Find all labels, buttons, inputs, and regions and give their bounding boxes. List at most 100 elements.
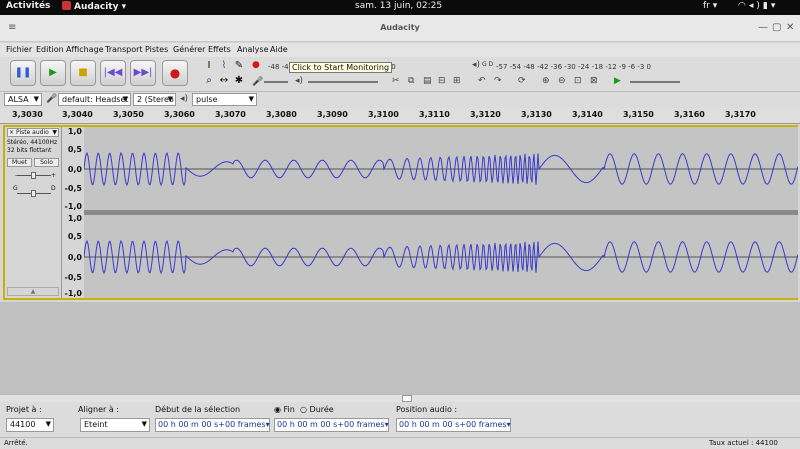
audio-position-time[interactable]: 00 h 00 m 00 s+00 frames▾ <box>396 418 511 432</box>
zoom-tool-icon[interactable]: ⌕ <box>202 74 216 87</box>
undo-icon[interactable]: ↶ <box>478 76 486 86</box>
play-at-speed-icon[interactable]: ▶ <box>614 76 621 86</box>
audio-host-select[interactable]: ALSA ▼ <box>4 93 42 106</box>
stop-icon: ■ <box>78 67 88 78</box>
minimize-icon[interactable]: — <box>758 22 768 33</box>
menu-bar: Fichier Edition Affichage Transport Pist… <box>0 43 800 57</box>
menu-pistes[interactable]: Pistes <box>145 45 168 54</box>
fit-project-icon[interactable]: ⊠ <box>590 76 598 86</box>
track-format-rate: Stéréo, 44100Hz <box>7 139 58 146</box>
ruler-tick: 3,3150 <box>623 110 654 119</box>
pan-slider-thumb[interactable] <box>31 190 36 197</box>
solo-button[interactable]: Solo <box>34 158 59 167</box>
end-radio[interactable]: ◉ Fin <box>274 405 295 414</box>
multi-tool-icon[interactable]: ✱ <box>232 74 246 87</box>
ruler-tick: 3,3160 <box>674 110 705 119</box>
audio-track[interactable]: × Piste audio ▼ Stéréo, 44100Hz 32 bits f… <box>3 125 799 300</box>
record-volume-slider[interactable] <box>264 81 288 83</box>
snap-to-select[interactable]: Eteint ▼ <box>80 418 150 432</box>
zoom-in-icon[interactable]: ⊕ <box>542 76 550 86</box>
menu-fichier[interactable]: Fichier <box>6 45 32 54</box>
project-rate-select[interactable]: 44100 ▼ <box>6 418 54 432</box>
track-close-icon[interactable]: × <box>9 129 14 136</box>
selection-tool-icon[interactable]: I <box>202 59 216 72</box>
maximize-icon[interactable]: ▢ <box>772 22 781 33</box>
volume-icon: ◂) <box>748 1 763 11</box>
collapse-track-button[interactable]: ▲ <box>7 287 59 296</box>
activities-button[interactable]: Activités <box>6 1 50 11</box>
radio-checked-icon: ◉ <box>274 405 281 414</box>
status-bar: Arrêté. Taux actuel : 44100 <box>0 437 800 449</box>
gain-slider-thumb[interactable] <box>31 172 36 179</box>
copy-icon[interactable]: ⧉ <box>408 76 414 86</box>
recording-device-select[interactable]: default: Headset ▼ <box>58 93 131 106</box>
horizontal-scrollbar[interactable] <box>0 394 800 402</box>
playback-volume-slider[interactable] <box>308 81 378 83</box>
close-icon[interactable]: ✕ <box>786 22 794 33</box>
draw-tool-icon[interactable]: ✎ <box>232 59 246 72</box>
playback-device-select[interactable]: pulse ▼ <box>192 93 257 106</box>
sync-lock-icon[interactable]: ⟳ <box>518 76 526 86</box>
menu-edition[interactable]: Edition <box>36 45 64 54</box>
clock[interactable]: sam. 13 juin, 02:25 <box>355 1 442 11</box>
pan-left-label: G <box>13 185 18 192</box>
waveform-area[interactable] <box>83 127 799 298</box>
speaker-icon: ◂) <box>180 94 189 104</box>
cut-icon[interactable]: ✂ <box>392 76 400 86</box>
end-radio-label: Fin <box>283 405 295 414</box>
duration-radio-label: Durée <box>309 405 334 414</box>
record-meter-mic-icon: ● <box>252 60 260 70</box>
stop-button[interactable]: ■ <box>70 60 96 86</box>
paste-icon[interactable]: ▤ <box>423 76 432 86</box>
menu-generer[interactable]: Générer <box>173 45 205 54</box>
play-button[interactable]: ▶ <box>40 60 66 86</box>
selection-start-time[interactable]: 00 h 00 m 00 s+00 frames▾ <box>155 418 270 432</box>
menu-affichage[interactable]: Affichage <box>66 45 104 54</box>
scrollbar-thumb[interactable] <box>402 395 412 402</box>
ruler-tick: 3,3140 <box>572 110 603 119</box>
skip-start-button[interactable]: |◀◀ <box>100 60 126 86</box>
pause-button[interactable]: ❚❚ <box>10 60 36 86</box>
menu-transport[interactable]: Transport <box>105 45 143 54</box>
envelope-tool-icon[interactable]: ⌇ <box>217 59 231 72</box>
menu-aide[interactable]: Aide <box>270 45 288 54</box>
record-button[interactable]: ● <box>162 60 188 86</box>
duration-radio[interactable]: ○ Durée <box>300 405 334 414</box>
mute-button[interactable]: Muet <box>7 158 32 167</box>
language-dropdown-icon: ▾ <box>712 1 718 11</box>
zoom-out-icon[interactable]: ⊖ <box>558 76 566 86</box>
snap-to-value: Eteint <box>84 420 108 429</box>
playback-meter[interactable]: ◂) G D -57 -54 -48 -42 -36 -30 -24 -18 -… <box>470 60 700 73</box>
ruler-tick: 3,3080 <box>266 110 297 119</box>
speaker-volume-icon: ◂) <box>295 76 304 86</box>
timeline-ruler[interactable]: 3,3030 3,3040 3,3050 3,3060 3,3070 3,308… <box>0 108 800 124</box>
skip-start-icon: |◀◀ <box>103 67 123 78</box>
skip-end-button[interactable]: ▶▶| <box>130 60 156 86</box>
language-indicator[interactable]: fr ▾ <box>703 1 717 11</box>
ruler-tick: 3,3040 <box>62 110 93 119</box>
silence-icon[interactable]: ⊞ <box>453 76 461 86</box>
record-icon: ● <box>169 66 181 80</box>
empty-track-area[interactable] <box>0 302 800 394</box>
app-menu[interactable]: Audacity ▾ <box>62 1 126 12</box>
channel-divider <box>84 210 798 215</box>
timeshift-tool-icon[interactable]: ↔ <box>217 74 231 87</box>
redo-icon[interactable]: ↷ <box>494 76 502 86</box>
play-speed-slider[interactable] <box>630 81 680 83</box>
selection-end-time[interactable]: 00 h 00 m 00 s+00 frames▾ <box>274 418 389 432</box>
menu-effets[interactable]: Effets <box>208 45 231 54</box>
system-menu[interactable]: ◠◂)▮▾ <box>738 1 778 11</box>
fit-selection-icon[interactable]: ⊡ <box>574 76 582 86</box>
recording-channels-select[interactable]: 2 (Stereo ▼ <box>133 93 176 106</box>
snap-to-label: Aligner à : <box>78 405 119 414</box>
monitoring-tooltip: Click to Start Monitoring <box>289 62 393 73</box>
y-tick: -0,5 <box>64 273 83 282</box>
project-rate-label: Projet à : <box>6 405 42 414</box>
menu-analyse[interactable]: Analyse <box>237 45 269 54</box>
trim-icon[interactable]: ⊟ <box>438 76 446 86</box>
track-control-panel: × Piste audio ▼ Stéréo, 44100Hz 32 bits f… <box>5 127 62 298</box>
device-toolbar: ALSA ▼ 🎤 default: Headset ▼ 2 (Stereo ▼ ◂) … <box>0 92 800 108</box>
ruler-tick: 3,3170 <box>725 110 756 119</box>
gain-plus-label: + <box>51 172 57 179</box>
track-name-menu[interactable]: × Piste audio ▼ <box>7 128 59 137</box>
